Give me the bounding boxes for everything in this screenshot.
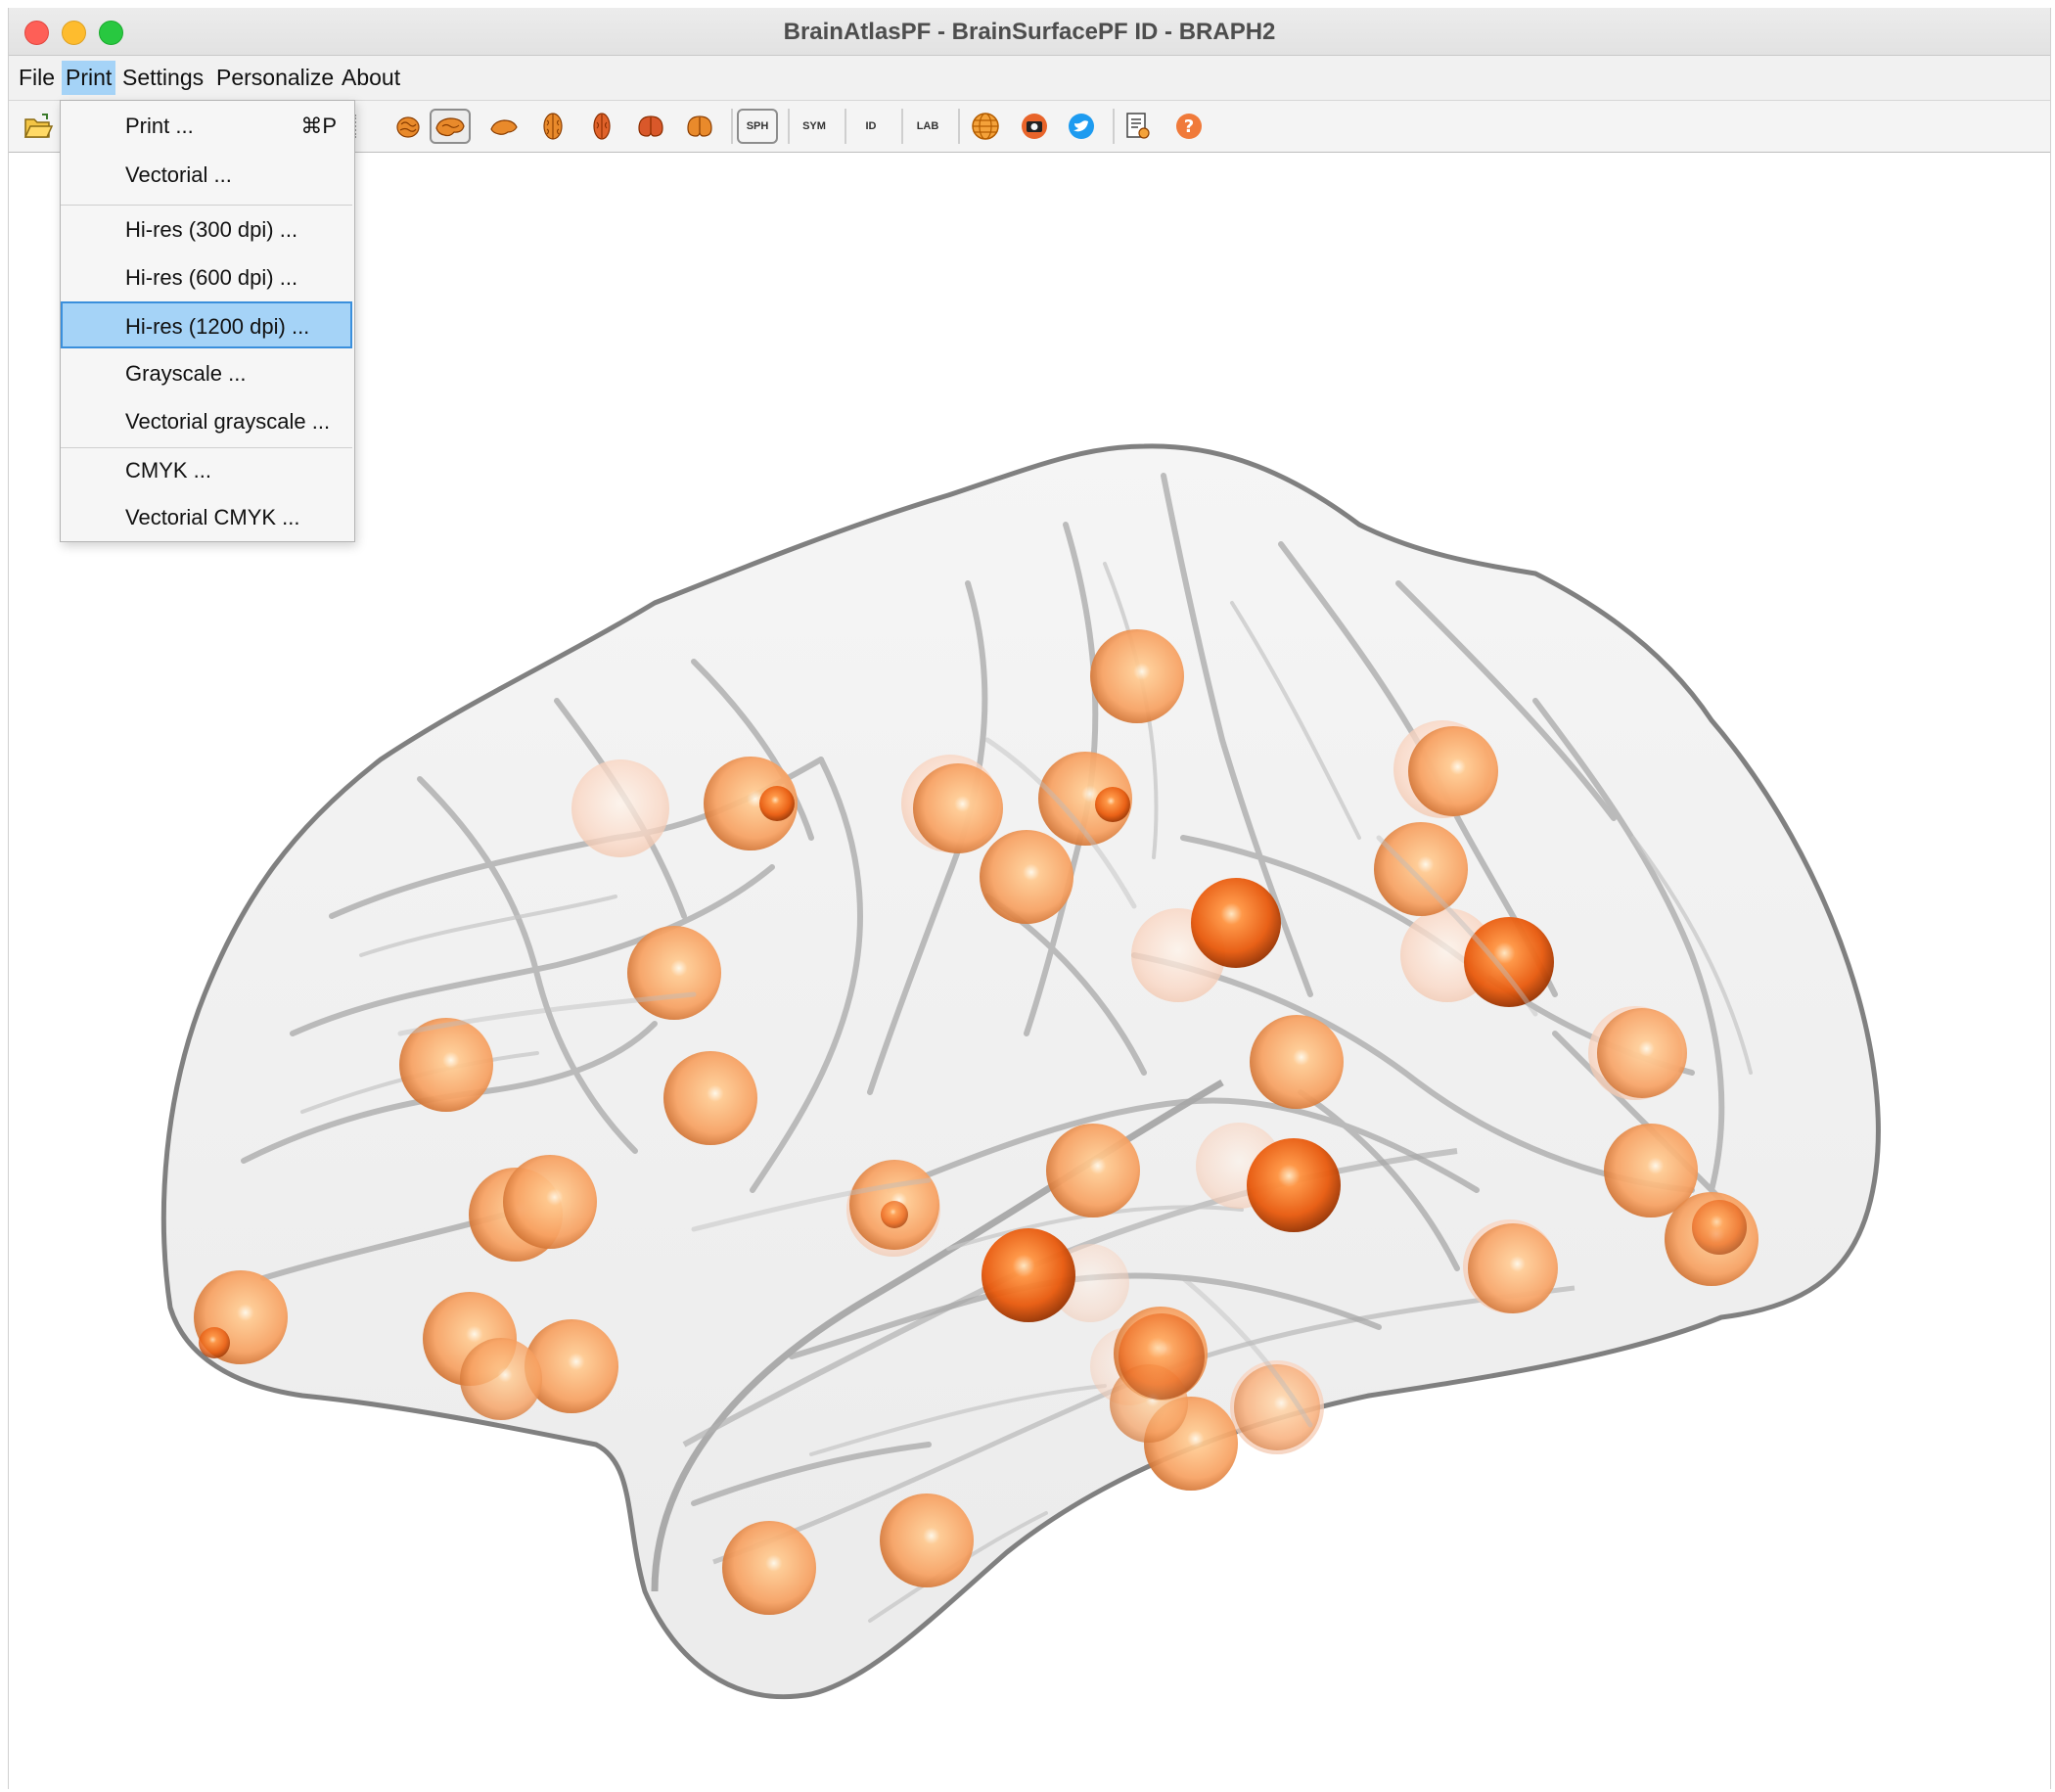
menu-separator bbox=[61, 205, 352, 206]
menu-print[interactable]: Print bbox=[62, 61, 116, 95]
menu-item-label: Vectorial ... bbox=[125, 162, 232, 187]
sym-toggle-button[interactable]: SYM bbox=[794, 111, 835, 142]
menu-item-label: Vectorial grayscale ... bbox=[125, 409, 331, 434]
menu-item-label: CMYK ... bbox=[125, 458, 212, 482]
svg-text:?: ? bbox=[1184, 116, 1194, 137]
camera-icon[interactable] bbox=[1019, 111, 1050, 142]
brain-view-right-icon[interactable] bbox=[488, 111, 520, 142]
menu-item-label: Print ... bbox=[125, 114, 194, 138]
sph-toggle-button[interactable]: SPH bbox=[737, 109, 778, 144]
menu-settings[interactable]: Settings bbox=[118, 61, 207, 95]
print-menu-dropdown: Print ... ⌘P Vectorial ... Hi-res (300 d… bbox=[60, 100, 355, 542]
toolbar-separator bbox=[1113, 109, 1115, 144]
title-bar: BrainAtlasPF - BrainSurfacePF ID - BRAPH… bbox=[9, 8, 2050, 56]
id-toggle-button[interactable]: ID bbox=[850, 111, 891, 142]
menu-item-label: Hi-res (1200 dpi) ... bbox=[125, 314, 310, 339]
print-menu-item-vectorial-grayscale[interactable]: Vectorial grayscale ... bbox=[61, 398, 352, 445]
toolbar-separator bbox=[845, 109, 846, 144]
print-menu-item-grayscale[interactable]: Grayscale ... bbox=[61, 350, 352, 397]
menu-item-label: Hi-res (600 dpi) ... bbox=[125, 265, 298, 290]
print-menu-item-vectorial-cmyk[interactable]: Vectorial CMYK ... bbox=[61, 494, 352, 541]
info-icon[interactable] bbox=[1066, 111, 1097, 142]
brain-view-front-icon[interactable] bbox=[635, 111, 666, 142]
toolbar-separator bbox=[901, 109, 903, 144]
lab-toggle-button[interactable]: LAB bbox=[907, 111, 948, 142]
print-menu-item-hires-1200[interactable]: Hi-res (1200 dpi) ... bbox=[61, 301, 352, 348]
print-menu-item-vectorial[interactable]: Vectorial ... bbox=[61, 152, 352, 199]
print-menu-item-hires-300[interactable]: Hi-res (300 dpi) ... bbox=[61, 207, 352, 253]
brain-view-left-icon bbox=[435, 117, 465, 137]
print-menu-item-cmyk[interactable]: CMYK ... bbox=[61, 447, 352, 494]
open-folder-icon[interactable] bbox=[23, 111, 54, 142]
menu-item-label: Vectorial CMYK ... bbox=[125, 505, 300, 529]
brain-view-top-icon[interactable] bbox=[537, 111, 569, 142]
app-window: BrainAtlasPF - BrainSurfacePF ID - BRAPH… bbox=[8, 8, 2051, 1789]
grid-sphere-icon[interactable] bbox=[970, 111, 1001, 142]
menu-personalize[interactable]: Personalize bbox=[212, 61, 338, 95]
help-icon[interactable]: ? bbox=[1173, 111, 1205, 142]
brain-view-bottom-icon[interactable] bbox=[586, 111, 617, 142]
brain-view-back-icon[interactable] bbox=[684, 111, 715, 142]
toolbar-separator bbox=[788, 109, 790, 144]
window-title: BrainAtlasPF - BrainSurfacePF ID - BRAPH… bbox=[783, 19, 1276, 45]
menu-file[interactable]: File bbox=[15, 61, 59, 95]
print-menu-item-print[interactable]: Print ... ⌘P bbox=[61, 103, 352, 150]
menu-item-label: Grayscale ... bbox=[125, 361, 247, 386]
menu-bar: File Print Settings Personalize About bbox=[9, 56, 2050, 101]
toolbar-separator bbox=[958, 109, 960, 144]
brain-view-left-toggle[interactable] bbox=[430, 109, 471, 144]
report-icon[interactable] bbox=[1122, 111, 1154, 142]
menu-item-label: Hi-res (300 dpi) ... bbox=[125, 217, 298, 242]
toolbar-separator bbox=[731, 109, 733, 144]
menu-about[interactable]: About bbox=[338, 61, 404, 95]
brain-view-3d-icon[interactable] bbox=[392, 111, 424, 142]
print-menu-item-hires-600[interactable]: Hi-res (600 dpi) ... bbox=[61, 254, 352, 301]
menu-item-shortcut: ⌘P bbox=[300, 114, 337, 138]
